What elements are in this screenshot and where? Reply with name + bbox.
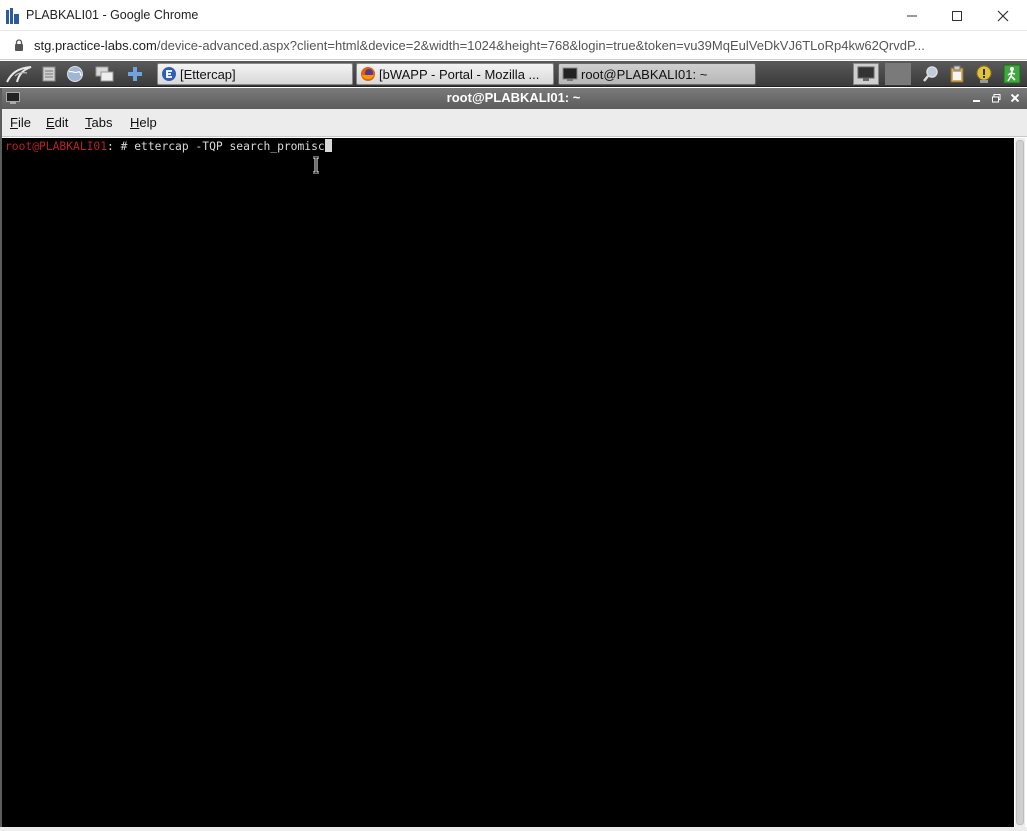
terminal-icon	[562, 66, 578, 82]
command-text: ettercap -TQP search_promisc	[134, 140, 325, 153]
text-cursor	[324, 139, 332, 152]
task-label: root@PLABKALI01: ~	[581, 66, 708, 82]
task-ettercap[interactable]: [Ettercap]	[157, 63, 353, 85]
taskbar: [Ettercap] [bWAPP - Portal - Mozilla ...…	[0, 61, 1027, 87]
menu-tabs[interactable]: Tabs	[85, 115, 112, 130]
files-icon	[42, 66, 56, 82]
url-text[interactable]: stg.practice-labs.com/device-advanced.as…	[34, 38, 1019, 53]
browser-titlebar: PLABKALI01 - Google Chrome	[0, 0, 1027, 31]
tray-logout[interactable]	[1001, 63, 1023, 85]
task-label: [Ettercap]	[180, 66, 236, 82]
clipboard-icon	[950, 65, 964, 83]
terminal-maximize-button[interactable]	[989, 91, 1003, 105]
lock-icon	[15, 39, 23, 51]
window-title: PLABKALI01 - Google Chrome	[26, 8, 199, 22]
monitor-icon	[857, 66, 875, 81]
window-bottom-edge	[0, 827, 1027, 831]
task-terminal[interactable]: root@PLABKALI01: ~	[558, 63, 756, 85]
tray-search[interactable]	[920, 63, 942, 85]
app-logo-icon	[6, 8, 19, 24]
add-launcher[interactable]	[124, 63, 146, 85]
terminal-close-button[interactable]	[1008, 91, 1022, 105]
maximize-icon	[991, 93, 1000, 102]
windows-icon	[95, 66, 114, 82]
close-icon	[997, 10, 1009, 21]
ettercap-icon	[161, 66, 177, 82]
scrollbar-thumb[interactable]	[1016, 140, 1024, 825]
command-line: root@PLABKALI01: # ettercap -TQP search_…	[5, 139, 332, 154]
add-icon	[128, 67, 142, 81]
maximize-icon	[952, 10, 962, 21]
maximize-button[interactable]	[934, 0, 980, 31]
browser-icon	[67, 66, 83, 82]
address-bar[interactable]: stg.practice-labs.com/device-advanced.as…	[0, 31, 1027, 60]
kali-menu-button[interactable]	[4, 63, 34, 85]
close-icon	[1011, 94, 1019, 102]
task-firefox[interactable]: [bWAPP - Portal - Mozilla ...	[356, 63, 554, 85]
tray-monitor[interactable]	[853, 63, 879, 85]
terminal-scrollbar[interactable]	[1015, 138, 1025, 827]
menu-help[interactable]: Help	[130, 115, 157, 130]
ibeam-cursor-icon	[313, 156, 319, 174]
tray-clipboard[interactable]	[946, 63, 968, 85]
close-button[interactable]	[980, 0, 1026, 31]
terminal-titlebar[interactable]: root@PLABKALI01: ~	[0, 88, 1027, 109]
kali-menu-icon	[6, 66, 32, 83]
terminal-menubar: File Edit Tabs Help	[0, 109, 1027, 137]
tray-notification[interactable]	[973, 63, 995, 85]
logout-icon	[1003, 64, 1021, 84]
notification-icon	[976, 65, 992, 83]
url-path: /device-advanced.aspx?client=html&device…	[156, 38, 925, 53]
menu-edit[interactable]: Edit	[46, 115, 68, 130]
files-launcher[interactable]	[38, 63, 60, 85]
terminal-minimize-button[interactable]	[970, 91, 984, 105]
search-icon	[923, 66, 938, 82]
minimize-button[interactable]	[889, 0, 935, 31]
menu-file[interactable]: File	[10, 115, 31, 130]
minimize-icon	[973, 100, 980, 102]
minimize-icon	[907, 15, 917, 16]
prompt-symbol: : #	[107, 140, 135, 153]
task-label: [bWAPP - Portal - Mozilla ...	[379, 66, 540, 82]
firefox-icon	[360, 66, 376, 82]
url-host: stg.practice-labs.com	[34, 38, 157, 53]
browser-launcher[interactable]	[64, 63, 86, 85]
terminal-title: root@PLABKALI01: ~	[446, 90, 581, 105]
tray-blank[interactable]	[885, 63, 911, 85]
windows-launcher[interactable]	[94, 63, 116, 85]
prompt-user: root@PLABKALI01	[5, 140, 108, 153]
terminal-area[interactable]: root@PLABKALI01: # ettercap -TQP search_…	[2, 138, 1014, 827]
